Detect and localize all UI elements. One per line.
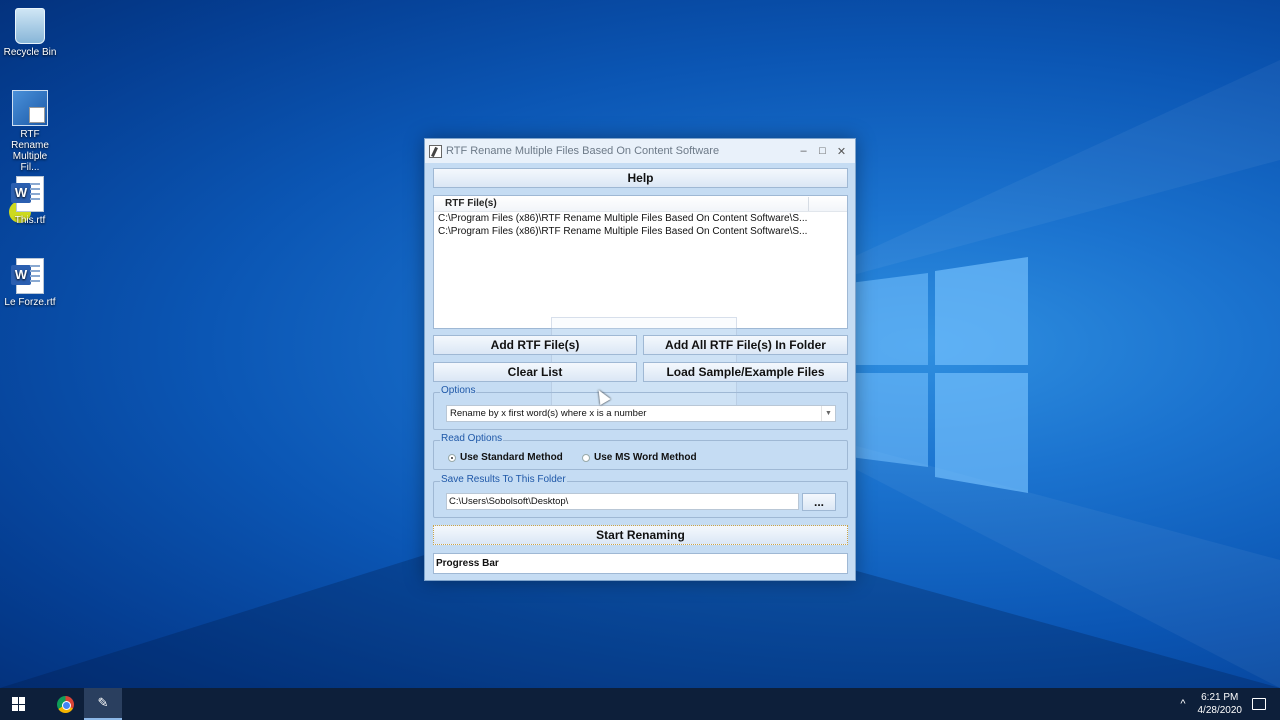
browse-button[interactable]: ...: [802, 493, 836, 511]
standard-method-label: Use Standard Method: [460, 452, 563, 463]
radio-unchecked-icon: [582, 453, 590, 462]
maximize-button[interactable]: □: [813, 145, 832, 157]
add-rtf-files-button[interactable]: Add RTF File(s): [433, 335, 637, 355]
save-folder-legend: Save Results To This Folder: [440, 474, 567, 485]
standard-method-radio[interactable]: Use Standard Method: [448, 452, 563, 463]
progress-bar: Progress Bar: [433, 553, 848, 574]
options-group: Options Rename by x first word(s) where …: [433, 385, 848, 430]
options-legend: Options: [440, 385, 477, 396]
list-item[interactable]: C:\Program Files (x86)\RTF Rename Multip…: [434, 212, 847, 225]
windows-logo-wallpaper: [850, 255, 1030, 495]
msword-method-label: Use MS Word Method: [594, 452, 697, 463]
rename-mode-value: Rename by x first word(s) where x is a n…: [450, 408, 647, 419]
read-options-group: Read Options Use Standard Method Use MS …: [433, 433, 848, 470]
list-column-header[interactable]: RTF File(s): [434, 196, 847, 212]
chrome-icon: [56, 695, 74, 713]
taskbar: ✎ ^ 6:21 PM 4/28/2020: [0, 688, 1280, 720]
taskbar-rtf-rename-app[interactable]: ✎: [84, 688, 122, 720]
windows-start-icon: [12, 697, 26, 711]
desktop-icon-rtf-rename-app[interactable]: RTF Rename Multiple Fil...: [0, 90, 60, 173]
clear-list-button[interactable]: Clear List: [433, 362, 637, 382]
clock[interactable]: 6:21 PM 4/28/2020: [1198, 691, 1243, 717]
word-doc-icon: W: [11, 176, 44, 212]
desktop-icon-label: RTF Rename Multiple Fil...: [11, 129, 49, 173]
save-folder-group: Save Results To This Folder C:\Users\Sob…: [433, 474, 848, 518]
start-button[interactable]: [0, 688, 38, 720]
add-folder-button[interactable]: Add All RTF File(s) In Folder: [643, 335, 848, 355]
app-shortcut-icon: [12, 90, 48, 126]
minimize-button[interactable]: –: [794, 145, 813, 157]
desktop-icon-recycle-bin[interactable]: Recycle Bin: [0, 8, 60, 58]
desktop-icon-label: Le Forze.rtf: [4, 297, 56, 308]
taskbar-chrome[interactable]: [46, 688, 84, 720]
list-item[interactable]: C:\Program Files (x86)\RTF Rename Multip…: [434, 225, 847, 238]
system-tray: ^ 6:21 PM 4/28/2020: [1180, 691, 1280, 717]
word-doc-icon: W: [11, 258, 44, 294]
chevron-down-icon[interactable]: ▼: [821, 406, 835, 421]
radio-checked-icon: [448, 453, 456, 462]
recycle-bin-icon: [15, 8, 45, 44]
window-title: RTF Rename Multiple Files Based On Conte…: [446, 145, 720, 157]
clock-date: 4/28/2020: [1197, 705, 1243, 716]
desktop-icon-label: This.rtf: [14, 215, 46, 226]
desktop-icon-le-forze-rtf[interactable]: W Le Forze.rtf: [0, 258, 60, 308]
close-button[interactable]: ✕: [832, 145, 851, 158]
rtf-file-list[interactable]: RTF File(s) C:\Program Files (x86)\RTF R…: [433, 195, 848, 329]
msword-method-radio[interactable]: Use MS Word Method: [582, 452, 697, 463]
desktop-icon-label: Recycle Bin: [3, 47, 57, 58]
app-window: RTF Rename Multiple Files Based On Conte…: [424, 138, 856, 581]
read-options-legend: Read Options: [440, 433, 504, 444]
clock-time: 6:21 PM: [1201, 692, 1239, 703]
tray-chevron-icon[interactable]: ^: [1180, 698, 1185, 710]
start-renaming-button[interactable]: Start Renaming: [433, 525, 848, 545]
app-icon: ✎: [97, 695, 109, 710]
rename-mode-select[interactable]: Rename by x first word(s) where x is a n…: [446, 405, 836, 422]
title-bar[interactable]: RTF Rename Multiple Files Based On Conte…: [425, 139, 855, 163]
save-folder-input[interactable]: C:\Users\Sobolsoft\Desktop\: [446, 493, 799, 510]
desktop-icon-this-rtf[interactable]: W This.rtf: [0, 176, 60, 226]
help-button[interactable]: Help: [433, 168, 848, 188]
app-icon: [429, 144, 442, 158]
load-sample-button[interactable]: Load Sample/Example Files: [643, 362, 848, 382]
notification-icon[interactable]: [1252, 698, 1266, 710]
